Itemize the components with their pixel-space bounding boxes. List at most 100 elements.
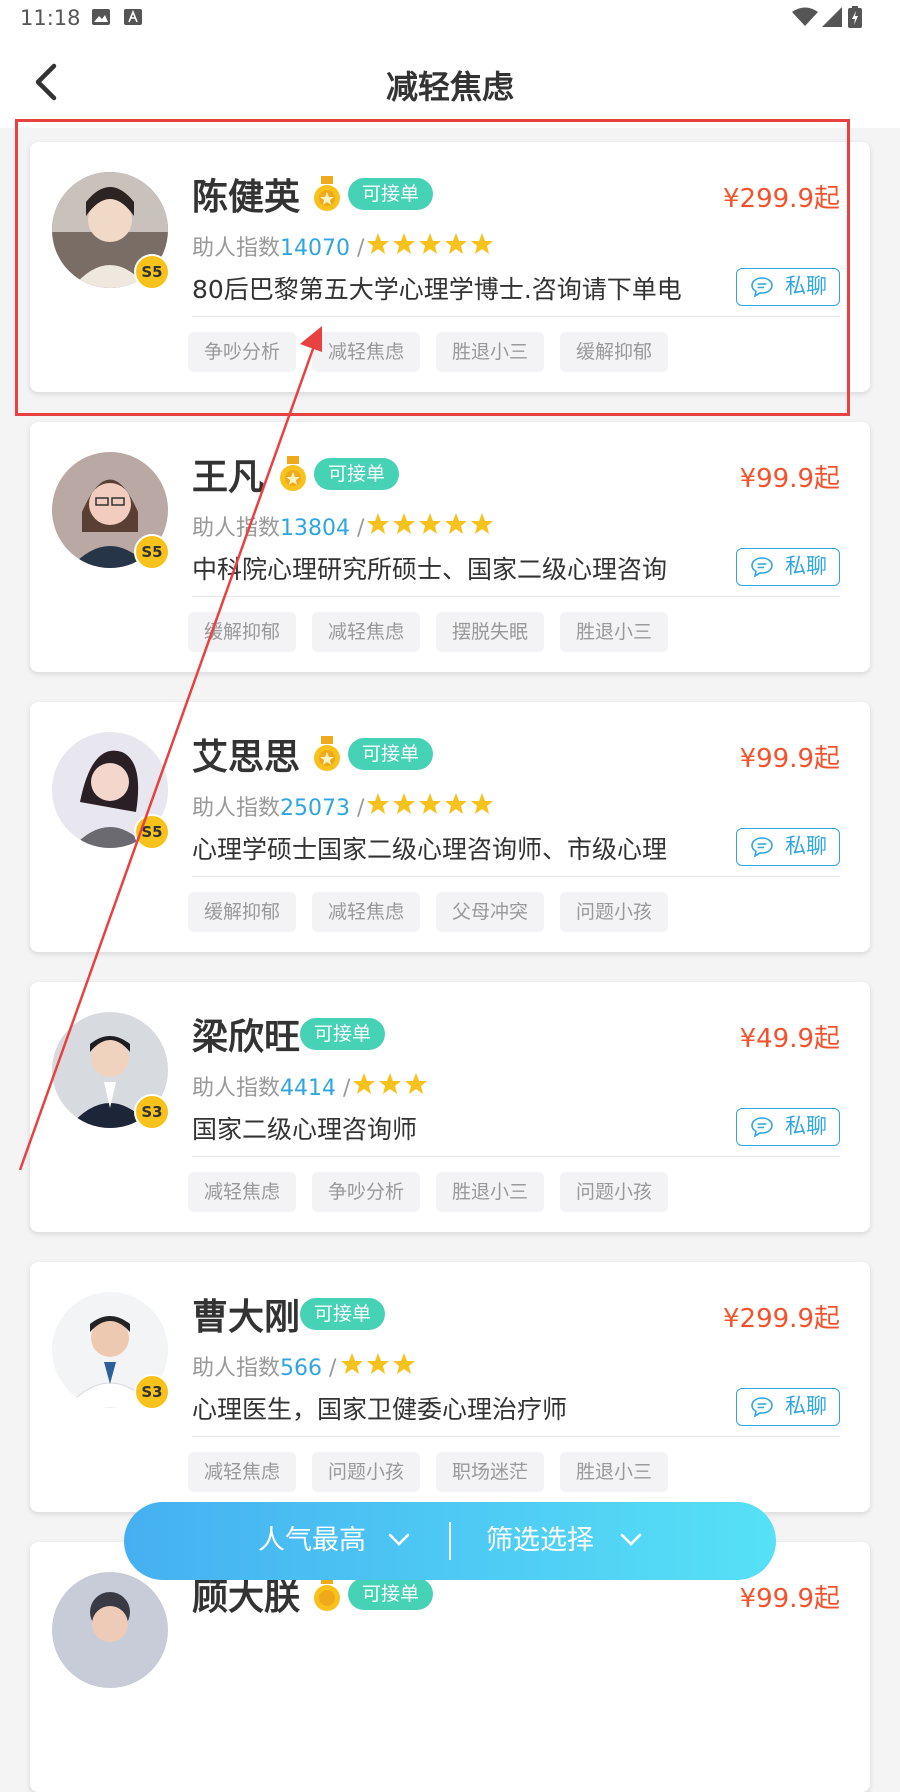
- topic-tag[interactable]: 胜退小三: [436, 1172, 544, 1212]
- filter-button[interactable]: 筛选选择: [486, 1502, 594, 1580]
- help-index-label: 助人指数: [192, 1076, 281, 1101]
- medal-icon: [280, 456, 306, 491]
- help-index-label: 助人指数: [192, 1356, 281, 1381]
- counselor-card[interactable]: S5 王凡 可接单 ¥99.9起 助人指数13804 / 中科院心理研究所硕士、…: [30, 422, 870, 672]
- level-badge: S3: [134, 1094, 170, 1130]
- sort-popularity-button[interactable]: 人气最高: [258, 1502, 366, 1580]
- chat-bubble-icon: [751, 1397, 773, 1417]
- rating-stars: [366, 232, 496, 258]
- counselor-name: 王凡: [192, 457, 265, 498]
- star-icon: [445, 233, 467, 254]
- sort-filter-bar: 人气最高 筛选选择: [124, 1502, 776, 1580]
- help-index-separator: /: [357, 516, 365, 541]
- level-badge: S5: [134, 254, 170, 290]
- help-index: 助人指数14070 /: [192, 230, 364, 262]
- help-index-separator: /: [329, 1356, 337, 1381]
- wifi-icon: [792, 7, 818, 26]
- nav-bar: 减轻焦虑: [0, 36, 900, 128]
- counselor-name: 曹大刚: [192, 1297, 301, 1338]
- gallery-notification-icon: [92, 9, 110, 25]
- chevron-down-icon[interactable]: [620, 1530, 642, 1550]
- signal-icon: [822, 7, 842, 27]
- topic-tag[interactable]: 胜退小三: [560, 1452, 668, 1492]
- topic-tag[interactable]: 争吵分析: [188, 332, 296, 372]
- counselor-card[interactable]: S5 陈健英 可接单 ¥299.9起 助人指数14070 / 80后巴黎第五大学…: [30, 142, 870, 392]
- help-index: 助人指数13804 /: [192, 510, 364, 542]
- star-icon: [471, 233, 493, 254]
- price: ¥99.9起: [739, 1584, 840, 1614]
- divider: [192, 1436, 840, 1437]
- counselor-description: 心理学硕士国家二级心理咨询师、市级心理: [192, 835, 668, 864]
- battery-icon: [848, 6, 862, 28]
- rating-stars: [366, 512, 496, 538]
- star-icon: [445, 513, 467, 534]
- chevron-down-icon[interactable]: [388, 1530, 410, 1550]
- price: ¥299.9起: [723, 184, 840, 214]
- counselor-name: 艾思思: [192, 737, 301, 778]
- star-icon: [367, 233, 389, 254]
- counselor-description: 心理医生，国家卫健委心理治疗师: [192, 1395, 568, 1424]
- help-index-separator: /: [357, 796, 365, 821]
- star-icon: [353, 1073, 375, 1094]
- divider: [192, 1156, 840, 1157]
- private-chat-button[interactable]: 私聊: [736, 548, 840, 586]
- topic-tag[interactable]: 胜退小三: [436, 332, 544, 372]
- price: ¥49.9起: [739, 1024, 840, 1054]
- star-icon: [471, 513, 493, 534]
- chat-label: 私聊: [785, 1394, 827, 1418]
- counselor-description: 80后巴黎第五大学心理学博士.咨询请下单电: [192, 275, 682, 304]
- topic-tag[interactable]: 父母冲突: [436, 892, 544, 932]
- medal-icon: [314, 176, 340, 211]
- help-index-value: 566: [280, 1356, 323, 1381]
- private-chat-button[interactable]: 私聊: [736, 1388, 840, 1426]
- counselor-name: 陈健英: [192, 177, 301, 218]
- price: ¥299.9起: [723, 1304, 840, 1334]
- topic-tag[interactable]: 减轻焦虑: [188, 1452, 296, 1492]
- avatar[interactable]: [52, 1572, 168, 1688]
- help-index: 助人指数566 /: [192, 1350, 336, 1382]
- help-index-value: 25073: [280, 796, 351, 821]
- topic-tag[interactable]: 减轻焦虑: [312, 892, 420, 932]
- private-chat-button[interactable]: 私聊: [736, 1108, 840, 1146]
- price: ¥99.9起: [739, 464, 840, 494]
- topic-tag[interactable]: 摆脱失眠: [436, 612, 544, 652]
- star-icon: [367, 1353, 389, 1374]
- topic-tag[interactable]: 争吵分析: [312, 1172, 420, 1212]
- star-icon: [367, 513, 389, 534]
- private-chat-button[interactable]: 私聊: [736, 828, 840, 866]
- divider: [192, 876, 840, 877]
- topic-tag[interactable]: 缓解抑郁: [560, 332, 668, 372]
- help-index-separator: /: [357, 236, 365, 261]
- star-icon: [445, 793, 467, 814]
- help-index-value: 13804: [280, 516, 351, 541]
- topic-tag[interactable]: 缓解抑郁: [188, 892, 296, 932]
- topic-tag[interactable]: 减轻焦虑: [312, 332, 420, 372]
- topic-tag[interactable]: 职场迷茫: [436, 1452, 544, 1492]
- topic-tag[interactable]: 问题小孩: [312, 1452, 420, 1492]
- level-badge: S5: [134, 534, 170, 570]
- topic-tag[interactable]: 减轻焦虑: [188, 1172, 296, 1212]
- topic-tag[interactable]: 缓解抑郁: [188, 612, 296, 652]
- help-index-value: 4414: [280, 1076, 337, 1101]
- topic-tag[interactable]: 问题小孩: [560, 892, 668, 932]
- topic-tag[interactable]: 减轻焦虑: [312, 612, 420, 652]
- rating-stars: [340, 1352, 418, 1378]
- star-icon: [393, 233, 415, 254]
- chat-label: 私聊: [785, 834, 827, 858]
- available-badge: 可接单: [314, 458, 400, 490]
- topic-tag[interactable]: 问题小孩: [560, 1172, 668, 1212]
- star-icon: [419, 233, 441, 254]
- price: ¥99.9起: [739, 744, 840, 774]
- divider: [192, 596, 840, 597]
- topic-tag[interactable]: 胜退小三: [560, 612, 668, 652]
- counselor-card[interactable]: S3 曹大刚 可接单 ¥299.9起 助人指数566 / 心理医生，国家卫健委心…: [30, 1262, 870, 1512]
- counselor-card[interactable]: S3 梁欣旺 可接单 ¥49.9起 助人指数4414 / 国家二级心理咨询师 私…: [30, 982, 870, 1232]
- counselor-card[interactable]: S5 艾思思 可接单 ¥99.9起 助人指数25073 / 心理学硕士国家二级心…: [30, 702, 870, 952]
- star-icon: [341, 1353, 363, 1374]
- available-badge: 可接单: [348, 738, 434, 770]
- chat-bubble-icon: [751, 1117, 773, 1137]
- available-badge: 可接单: [300, 1018, 386, 1050]
- private-chat-button[interactable]: 私聊: [736, 268, 840, 306]
- status-time: 11:18: [20, 6, 81, 30]
- counselor-description: 中科院心理研究所硕士、国家二级心理咨询: [192, 555, 668, 584]
